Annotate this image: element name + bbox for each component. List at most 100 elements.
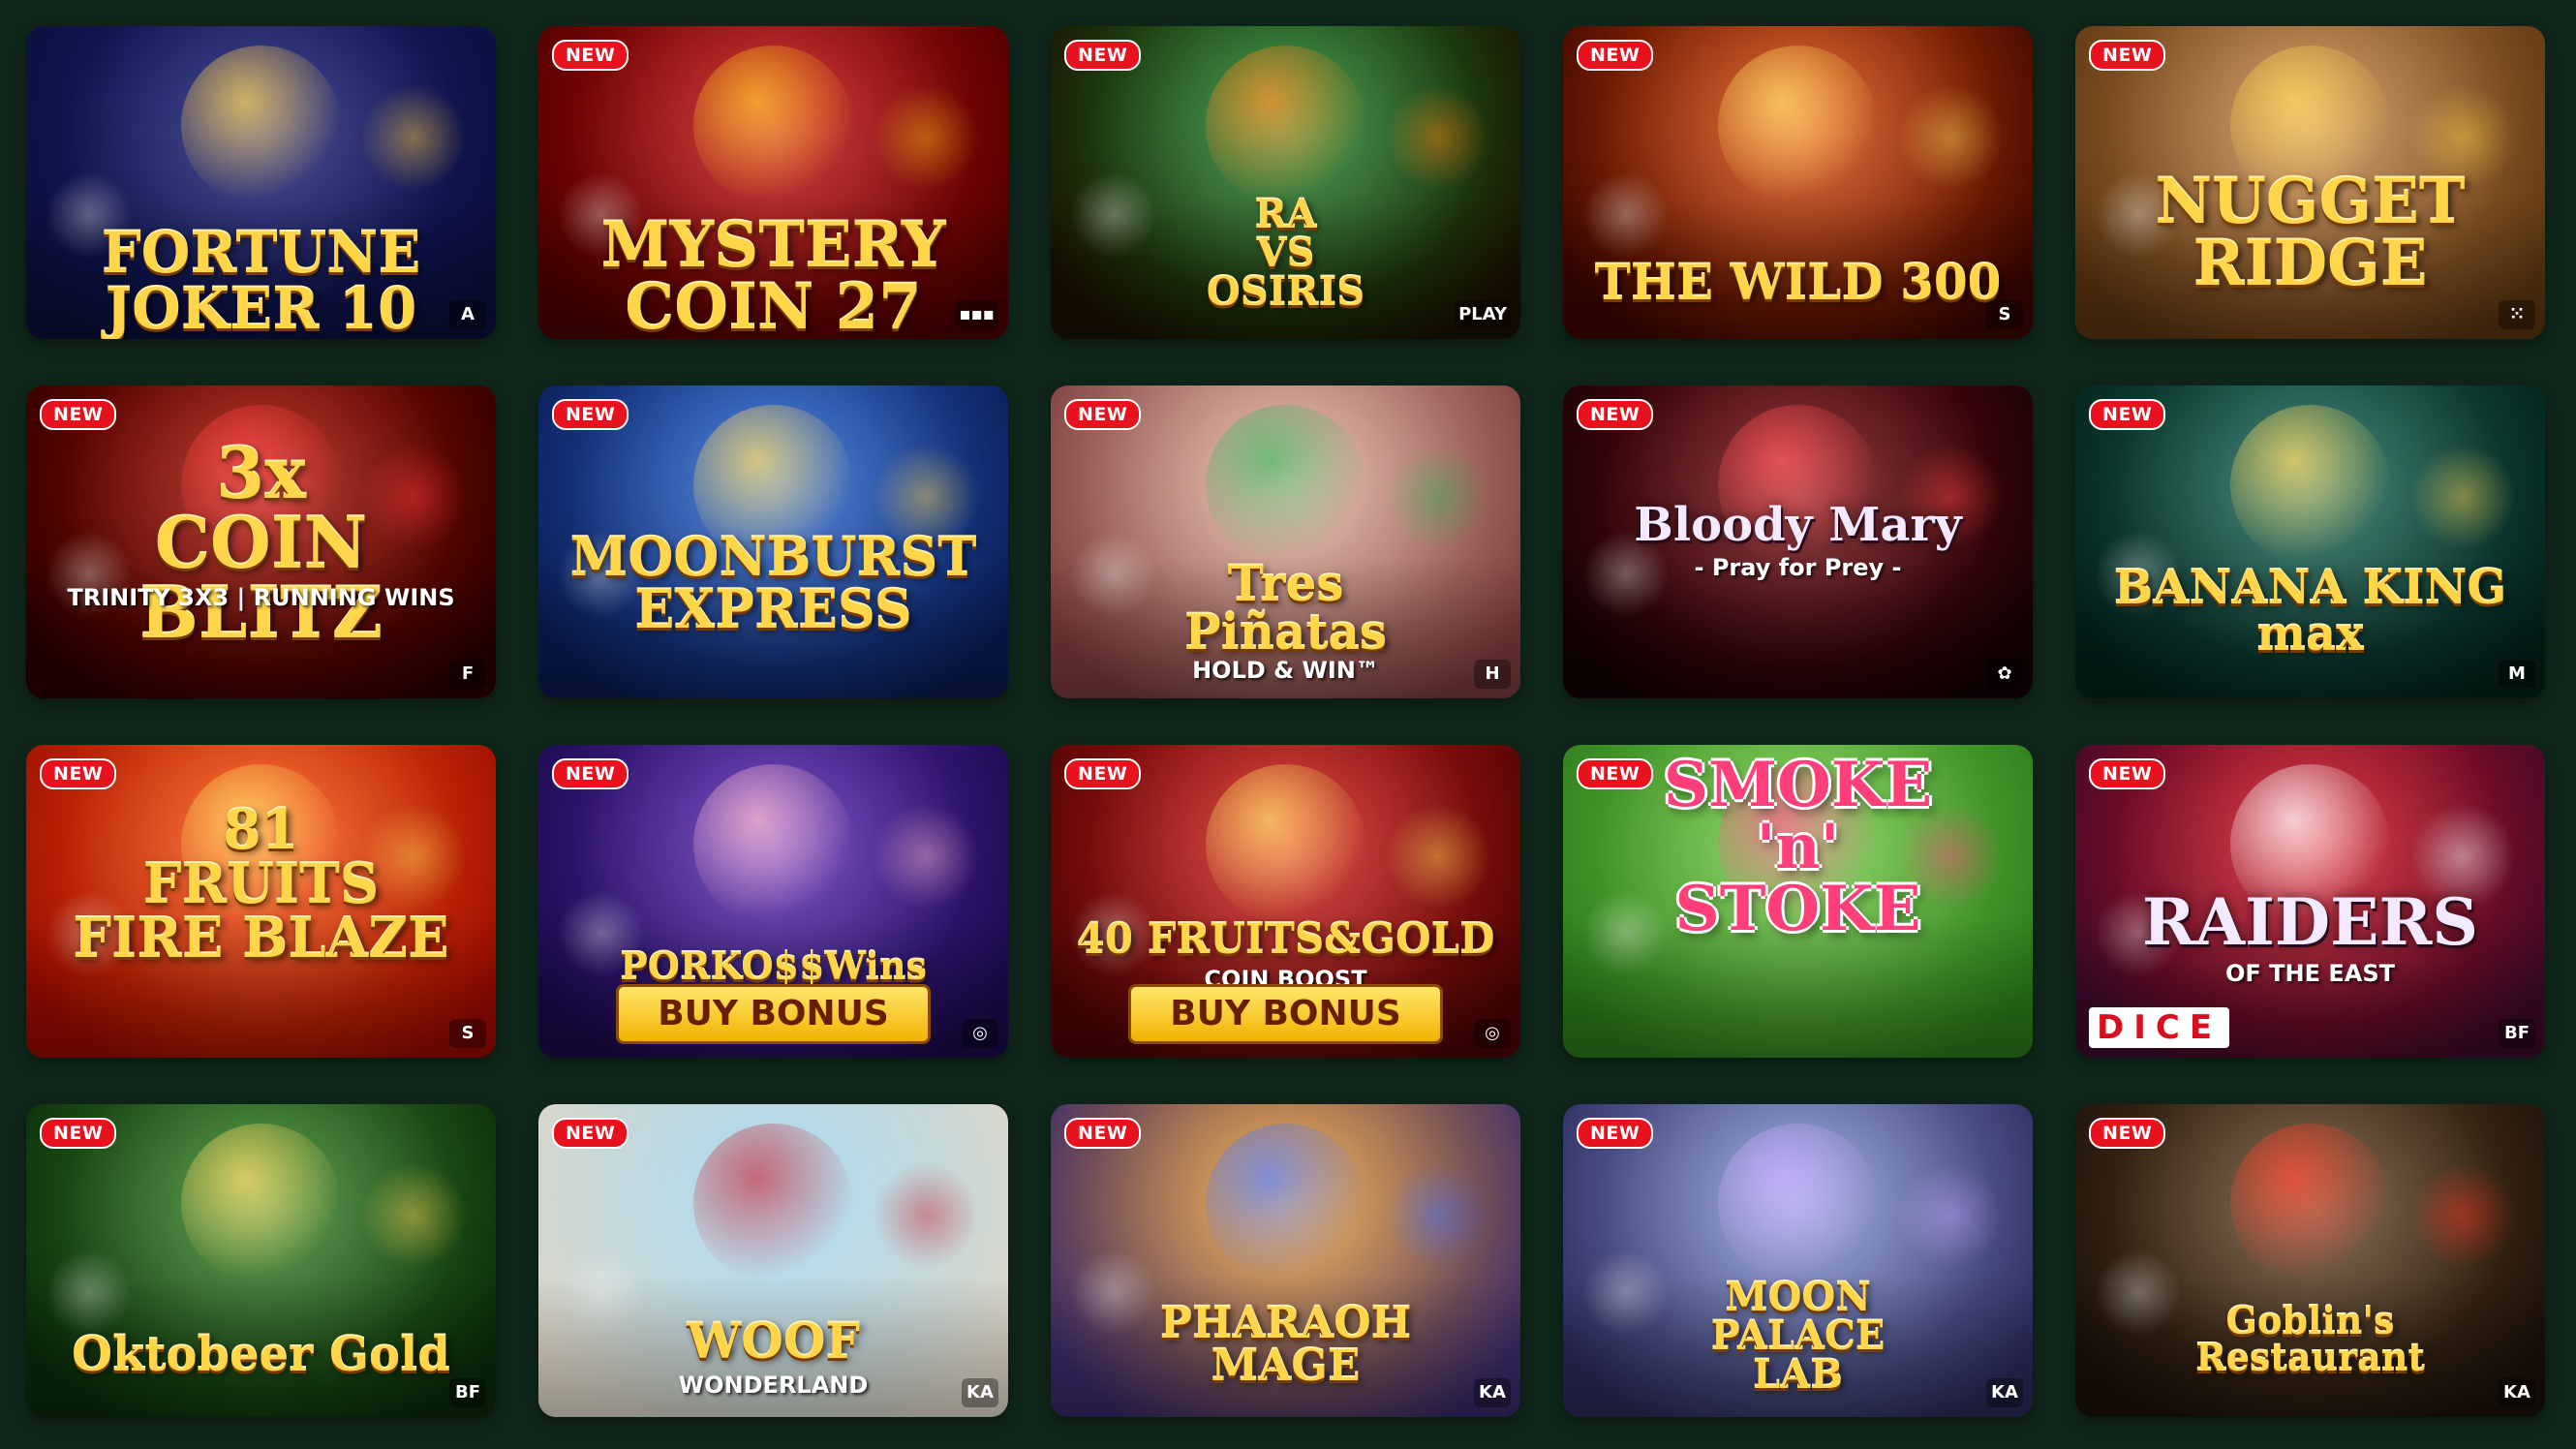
game-title-line: 3x [215,432,307,514]
buy-bonus-label: BUY BONUS [1128,984,1443,1044]
new-badge: NEW [2089,758,2166,789]
game-title: 40 FRUITS&GOLD [1051,919,1520,960]
game-title-line: BANANA KING [2113,561,2507,615]
game-title: PHARAOH MAGE [1051,1303,1520,1388]
provider-logo-icon: S [1986,300,2023,329]
game-title: NUGGET RIDGE [2075,171,2545,295]
game-tile-oktobeer-gold[interactable]: Oktobeer Gold BF NEW [26,1104,496,1417]
game-tile-pharaoh-mage[interactable]: PHARAOH MAGE KA NEW [1051,1104,1520,1417]
game-title-line: EXPRESS [634,578,912,640]
game-title: MYSTERY COIN 27 [538,215,1008,339]
game-title: WOOF [538,1317,1008,1366]
game-tile-banana-king-max[interactable]: BANANA KING max M NEW [2075,385,2545,698]
game-title: Goblin's Restaurant [2075,1303,2545,1376]
game-title-line: LAB [1753,1352,1843,1398]
provider-logo-icon: KA [1474,1378,1511,1407]
game-title: FORTUNE JOKER 10 [26,225,496,337]
game-title-line: Tres [1227,555,1344,612]
game-subtitle: WONDERLAND [678,1372,869,1399]
game-title: MOONBURST EXPRESS [538,531,1008,635]
game-title: THE WILD 300 [1563,259,2033,307]
game-title: 81 FRUITS FIRE BLAZE [26,803,496,966]
provider-logo-icon: ✿ [1986,660,2023,689]
new-badge: NEW [1064,399,1142,430]
new-badge: NEW [40,1118,117,1149]
game-title-line: Piñatas [1184,603,1387,661]
game-subtitle: - Pray for Prey - [1694,554,1902,581]
game-subtitle: TRINITY 3X3 | RUNNING WINS [67,584,455,611]
provider-logo-icon: F [449,660,486,689]
game-tile-raiders-of-the-east[interactable]: RAIDERS OF THE EAST DICE BF NEW [2075,745,2545,1058]
game-title-line: 40 FRUITS&GOLD [1076,915,1495,963]
game-title: Oktobeer Gold [26,1332,496,1378]
game-title-line: OSIRIS [1206,269,1365,315]
game-title-line: MAGE [1211,1341,1361,1391]
game-title-line: FIRE BLAZE [73,907,449,971]
provider-logo-icon: KA [962,1378,998,1407]
provider-logo-icon: PLAY [1455,300,1511,329]
game-title-line: MYSTERY [600,209,946,282]
game-title-line: THE WILD 300 [1594,254,2002,311]
new-badge: NEW [40,399,117,430]
artwork-vignette [538,1104,1008,1417]
game-title-line: RA [1254,192,1317,237]
game-tile-40-fruits-and-gold[interactable]: 40 FRUITS&GOLD COIN BOOST BUY BONUS ◎ NEW [1051,745,1520,1058]
game-tile-moonburst-express[interactable]: MOONBURST EXPRESS NEW [538,385,1008,698]
game-title-line: PHARAOH [1159,1299,1412,1348]
game-title: Tres Piñatas [1051,560,1520,657]
game-tile-bloody-mary[interactable]: Bloody Mary - Pray for Prey - ✿ NEW [1563,385,2033,698]
game-title-line: FRUITS [142,852,380,916]
new-badge: NEW [552,40,629,71]
game-title: MOON PALACE LAB [1563,1279,2033,1395]
game-subtitle: OF THE EAST [2225,960,2395,987]
provider-logo-icon: KA [1986,1378,2023,1407]
game-grid: FORTUNE JOKER 10 A MYSTERY COIN 27 ▪▪▪ NEW RA VS… [26,26,2545,1417]
provider-logo-icon: KA [2499,1378,2535,1407]
game-tile-fortune-joker-10[interactable]: FORTUNE JOKER 10 A [26,26,496,339]
game-title-line: MOONBURST [569,526,977,588]
game-tile-81-fruits-fire-blaze[interactable]: 81 FRUITS FIRE BLAZE S NEW [26,745,496,1058]
game-title-line: 81 [223,798,299,862]
game-title: PORKO$$Wins [538,948,1008,985]
provider-logo-icon: ▪▪▪ [955,300,998,329]
game-tile-mystery-coin-27[interactable]: MYSTERY COIN 27 ▪▪▪ NEW [538,26,1008,339]
game-title-line: PORKO$$Wins [620,944,927,988]
provider-logo-icon: M [2499,660,2535,689]
new-badge: NEW [1577,399,1654,430]
game-title-line: NUGGET [2155,166,2466,238]
game-tile-ra-vs-osiris[interactable]: RA VS OSIRIS PLAY NEW [1051,26,1520,339]
new-badge: NEW [1064,758,1142,789]
provider-logo-icon: A [449,300,486,329]
game-tile-the-wild-300[interactable]: THE WILD 300 S NEW [1563,26,2033,339]
game-title: Bloody Mary [1563,502,2033,548]
game-title: 3x COIN BLITZ [26,439,496,648]
game-tile-nugget-ridge[interactable]: NUGGET RIDGE ⁙ NEW [2075,26,2545,339]
game-tile-moon-palace-lab[interactable]: MOON PALACE LAB KA NEW [1563,1104,2033,1417]
game-title-line: Restaurant [2195,1336,2425,1379]
game-title-line: 'n' [1756,811,1840,883]
game-title-line: RAIDERS [2142,884,2478,960]
provider-logo-icon: BF [2499,1019,2535,1048]
game-title-line: WOOF [687,1312,860,1370]
new-badge: NEW [1577,758,1654,789]
new-badge: NEW [1064,1118,1142,1149]
new-badge: NEW [552,399,629,430]
game-title-line: FORTUNE [101,220,421,286]
game-tile-smoke-n-stoke[interactable]: SMOKE'n' STOKE NEW [1563,745,2033,1058]
game-tile-porko-wins[interactable]: PORKO$$Wins BUY BONUS ◎ NEW [538,745,1008,1058]
game-tile-woof-wonderland[interactable]: WOOF WONDERLAND KA NEW [538,1104,1008,1417]
new-badge: NEW [2089,40,2166,71]
provider-logo-icon: S [449,1019,486,1048]
provider-logo-icon: ◎ [1474,1019,1511,1048]
game-title-line: COIN 27 [625,271,922,339]
new-badge: NEW [552,1118,629,1149]
new-badge: NEW [2089,399,2166,430]
game-tile-tres-pinatas[interactable]: Tres Piñatas HOLD & WIN™ H NEW [1051,385,1520,698]
new-badge: NEW [40,758,117,789]
game-title: RAIDERS [2075,890,2545,954]
game-tile-goblins-restaurant[interactable]: Goblin's Restaurant KA NEW [2075,1104,2545,1417]
new-badge: NEW [1577,40,1654,71]
game-title-line: VS [1256,231,1315,276]
buy-bonus-label: BUY BONUS [616,984,931,1044]
game-tile-3x-coin-blitz[interactable]: 3x COIN BLITZ TRINITY 3X3 | RUNNING WINS F N… [26,385,496,698]
